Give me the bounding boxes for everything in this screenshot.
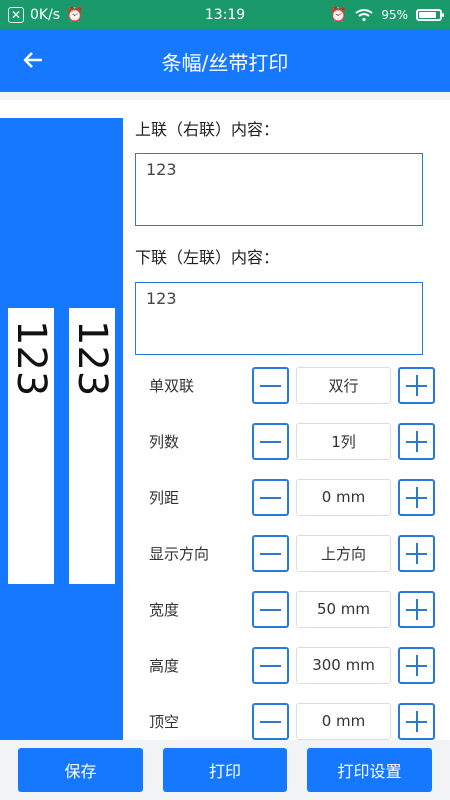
notification-x-icon: ✕ [8, 7, 24, 23]
status-bar: ✕ 0K/s ⏰ 13:19 ⏰ 95% [0, 0, 450, 30]
decrement-button[interactable] [252, 702, 289, 740]
back-button[interactable] [16, 38, 50, 82]
plus-icon-vertical [416, 430, 418, 452]
increment-button[interactable] [398, 702, 435, 740]
minus-icon [260, 664, 281, 667]
preview-text-left: 123 [8, 320, 54, 397]
alarm-icon: ⏰ [329, 7, 348, 23]
banner-preview: 123 123 [0, 118, 123, 740]
stepper-row-couplet-mode: 单双联 双行 [135, 365, 435, 405]
row-value: 0 mm [296, 478, 391, 516]
decrement-button[interactable] [252, 422, 289, 460]
row-value: 0 mm [296, 702, 391, 740]
save-button[interactable]: 保存 [18, 748, 143, 792]
row-value: 上方向 [296, 534, 391, 572]
stepper-row-height: 高度 300 mm [135, 645, 435, 685]
increment-button[interactable] [398, 422, 435, 460]
plus-icon-vertical [416, 542, 418, 564]
increment-button[interactable] [398, 646, 435, 684]
increment-button[interactable] [398, 534, 435, 572]
stepper-row-width: 宽度 50 mm [135, 589, 435, 629]
lower-content-input[interactable] [135, 282, 423, 355]
stepper-row-columns: 列数 1列 [135, 421, 435, 461]
plus-icon-vertical [416, 374, 418, 396]
app-header: 条幅/丝带打印 [0, 30, 450, 92]
minus-icon [260, 720, 281, 723]
wifi-icon [355, 9, 373, 22]
increment-button[interactable] [398, 590, 435, 628]
battery-icon [416, 9, 444, 21]
row-label: 高度 [149, 656, 180, 675]
plus-icon-vertical [416, 598, 418, 620]
upper-content-label: 上联（右联）内容： [135, 120, 280, 139]
battery-percent: 95% [381, 8, 408, 22]
decrement-button[interactable] [252, 534, 289, 572]
decrement-button[interactable] [252, 366, 289, 404]
battery-fill [419, 12, 436, 18]
preview-strip-left: 123 [8, 308, 54, 584]
row-value: 双行 [296, 366, 391, 404]
row-label: 显示方向 [149, 544, 210, 563]
plus-icon-vertical [416, 486, 418, 508]
network-speed: 0K/s [30, 7, 61, 23]
stepper-row-direction: 显示方向 上方向 [135, 533, 435, 573]
preview-strip-right: 123 [69, 308, 115, 584]
minus-icon [260, 384, 281, 387]
status-time: 13:19 [204, 7, 246, 23]
increment-button[interactable] [398, 366, 435, 404]
upper-content-input[interactable] [135, 153, 423, 226]
row-value: 1列 [296, 422, 391, 460]
row-label: 列距 [149, 488, 180, 507]
row-value: 50 mm [296, 590, 391, 628]
row-label: 顶空 [149, 712, 180, 731]
decrement-button[interactable] [252, 478, 289, 516]
decrement-button[interactable] [252, 590, 289, 628]
arrow-left-icon [23, 52, 42, 68]
lower-content-label: 下联（左联）内容： [135, 248, 280, 267]
print-button[interactable]: 打印 [163, 748, 287, 792]
row-label: 列数 [149, 432, 180, 451]
minus-icon [260, 608, 281, 611]
print-settings-button[interactable]: 打印设置 [307, 748, 432, 792]
row-label: 单双联 [149, 376, 195, 395]
status-left: ✕ 0K/s ⏰ [8, 7, 168, 23]
decrement-button[interactable] [252, 646, 289, 684]
minus-icon [260, 496, 281, 499]
plus-icon-vertical [416, 654, 418, 676]
bottom-action-bar: 保存 打印 打印设置 [0, 740, 450, 800]
plus-icon-vertical [416, 710, 418, 732]
page-title: 条幅/丝带打印 [161, 50, 289, 75]
content-area: 123 123 上联（右联）内容： 下联（左联）内容： 单双联 双行 列数 1列… [0, 100, 450, 740]
stepper-row-top-margin: 顶空 0 mm [135, 701, 435, 741]
preview-text-right: 123 [69, 320, 115, 397]
alarm-icon: ⏰ [66, 7, 84, 23]
minus-icon [260, 440, 281, 443]
increment-button[interactable] [398, 478, 435, 516]
status-right: ⏰ 95% [282, 7, 444, 23]
row-label: 宽度 [149, 600, 180, 619]
row-value: 300 mm [296, 646, 391, 684]
minus-icon [260, 552, 281, 555]
stepper-row-column-spacing: 列距 0 mm [135, 477, 435, 517]
